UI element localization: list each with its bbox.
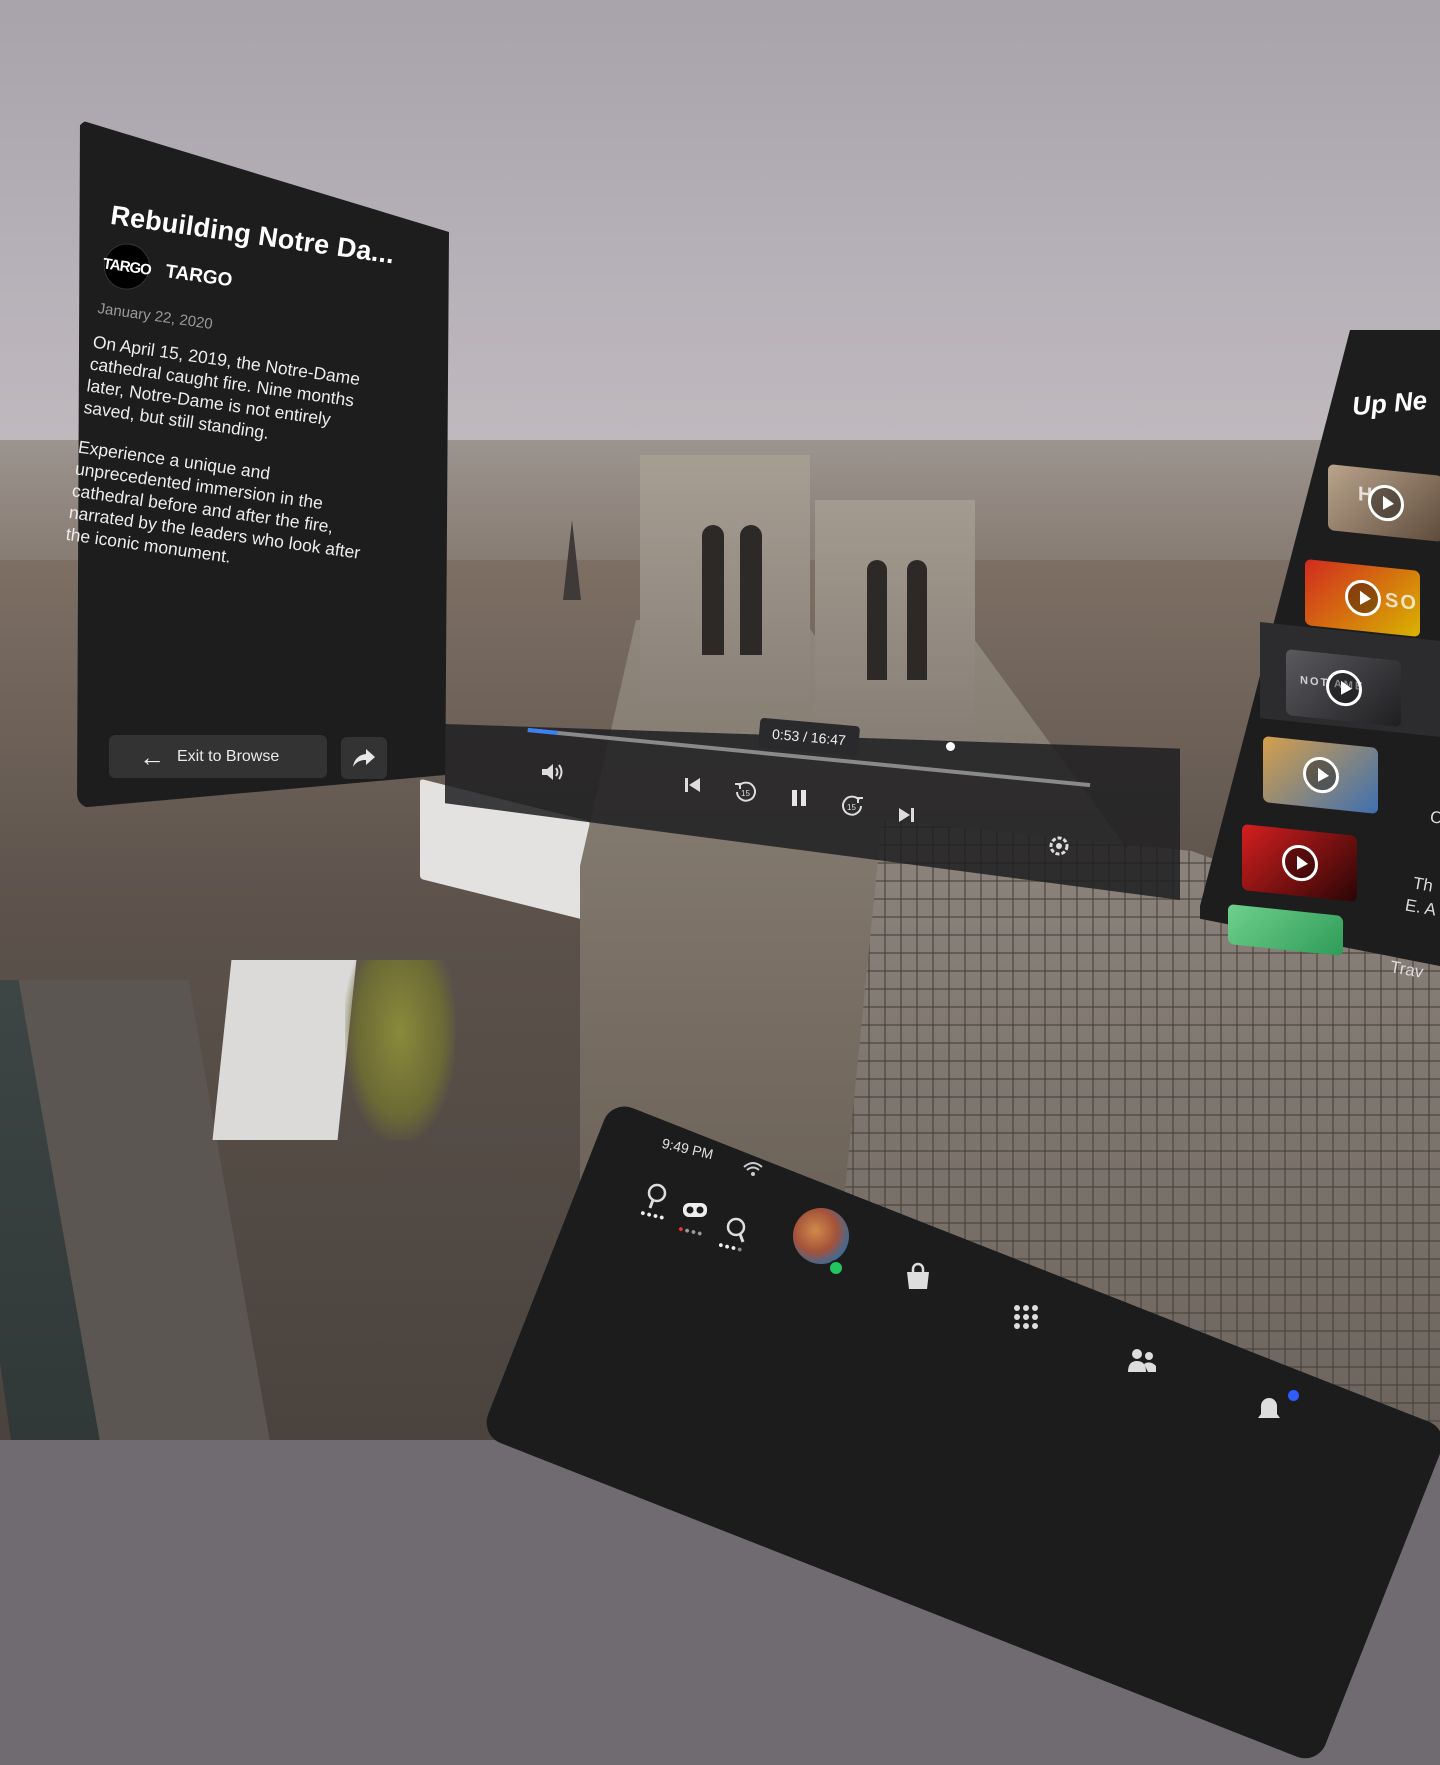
- forward-seconds: 15: [847, 803, 856, 812]
- left-controller-status: [644, 1182, 670, 1210]
- quest-controller-icon: [647, 1183, 667, 1209]
- share-button[interactable]: [341, 737, 387, 779]
- white-tent: [212, 960, 357, 1140]
- notifications-button[interactable]: [1254, 1395, 1284, 1425]
- up-next-thumbnail[interactable]: NOT AME: [1286, 648, 1401, 728]
- up-next-item-title: C: [1428, 807, 1440, 828]
- skip-previous-icon: [685, 778, 700, 792]
- cathedral-tower-left: [640, 455, 810, 705]
- description-paragraph: Experience a unique and unprecedented im…: [64, 436, 362, 567]
- notification-badge: [1288, 1390, 1299, 1401]
- settings-icon: [1049, 836, 1069, 856]
- arrow-left-icon: ←: [139, 741, 165, 772]
- progress-knob[interactable]: [946, 742, 955, 751]
- tower-window: [740, 525, 762, 655]
- channel-name: TARGO: [164, 261, 234, 292]
- play-icon: [1325, 668, 1362, 708]
- volume-icon: [542, 764, 563, 780]
- forward-15-icon: 15: [842, 795, 863, 816]
- quest-controller-icon: [726, 1217, 746, 1243]
- people-button[interactable]: [1126, 1346, 1158, 1376]
- skip-next-icon: [899, 808, 914, 822]
- play-icon: [1281, 843, 1318, 883]
- up-next-thumbnail[interactable]: SO: [1305, 558, 1420, 638]
- pause-icon: [792, 790, 806, 806]
- exit-to-browse-button[interactable]: ← Exit to Browse: [109, 735, 327, 778]
- volume-button[interactable]: [540, 762, 566, 782]
- headset-icon: [683, 1203, 707, 1217]
- exit-to-browse-label: Exit to Browse: [177, 747, 280, 765]
- play-icon: [1367, 483, 1404, 523]
- right-controller-status: [723, 1216, 749, 1244]
- forward-15-button[interactable]: 15: [839, 793, 865, 819]
- apps-button[interactable]: [1011, 1302, 1041, 1332]
- settings-button[interactable]: [1046, 833, 1072, 859]
- wifi-icon: [743, 1162, 763, 1176]
- up-next-thumbnail[interactable]: [1263, 735, 1378, 815]
- wifi-status: [742, 1160, 764, 1178]
- people-icon: [1128, 1349, 1156, 1372]
- rewind-seconds: 15: [741, 789, 750, 798]
- store-button[interactable]: [903, 1262, 933, 1292]
- headset-status: [681, 1200, 709, 1220]
- store-icon: [907, 1262, 929, 1289]
- video-description: On April 15, 2019, the Notre-Dame cathed…: [65, 331, 392, 587]
- skip-previous-button[interactable]: [683, 776, 703, 794]
- notifications-icon: [1258, 1398, 1280, 1418]
- up-next-thumbnail[interactable]: [1242, 823, 1357, 903]
- rewind-15-icon: 15: [735, 781, 756, 802]
- skip-next-button[interactable]: [896, 806, 916, 824]
- tower-window: [702, 525, 724, 655]
- thumbnail-text: SO: [1385, 589, 1418, 615]
- tower-window: [907, 560, 927, 680]
- channel-logo: TARGO: [100, 240, 153, 293]
- rewind-15-button[interactable]: 15: [733, 779, 759, 805]
- trees: [345, 960, 455, 1140]
- up-next-thumbnail[interactable]: H: [1328, 463, 1440, 543]
- play-icon: [1344, 578, 1381, 618]
- share-icon: [353, 749, 375, 767]
- tower-window: [867, 560, 887, 680]
- online-status-dot: [828, 1260, 844, 1276]
- cathedral-tower-right: [815, 500, 975, 740]
- apps-grid-icon: [1014, 1305, 1038, 1329]
- play-icon: [1302, 755, 1339, 795]
- video-info-content: Rebuilding Notre Da... TARGO TARGO Janua…: [62, 200, 410, 604]
- up-next-title: Up Ne: [1350, 384, 1429, 422]
- pause-button[interactable]: [789, 788, 809, 808]
- up-next-item-title: Th: [1411, 873, 1435, 896]
- avatar[interactable]: [793, 1208, 849, 1264]
